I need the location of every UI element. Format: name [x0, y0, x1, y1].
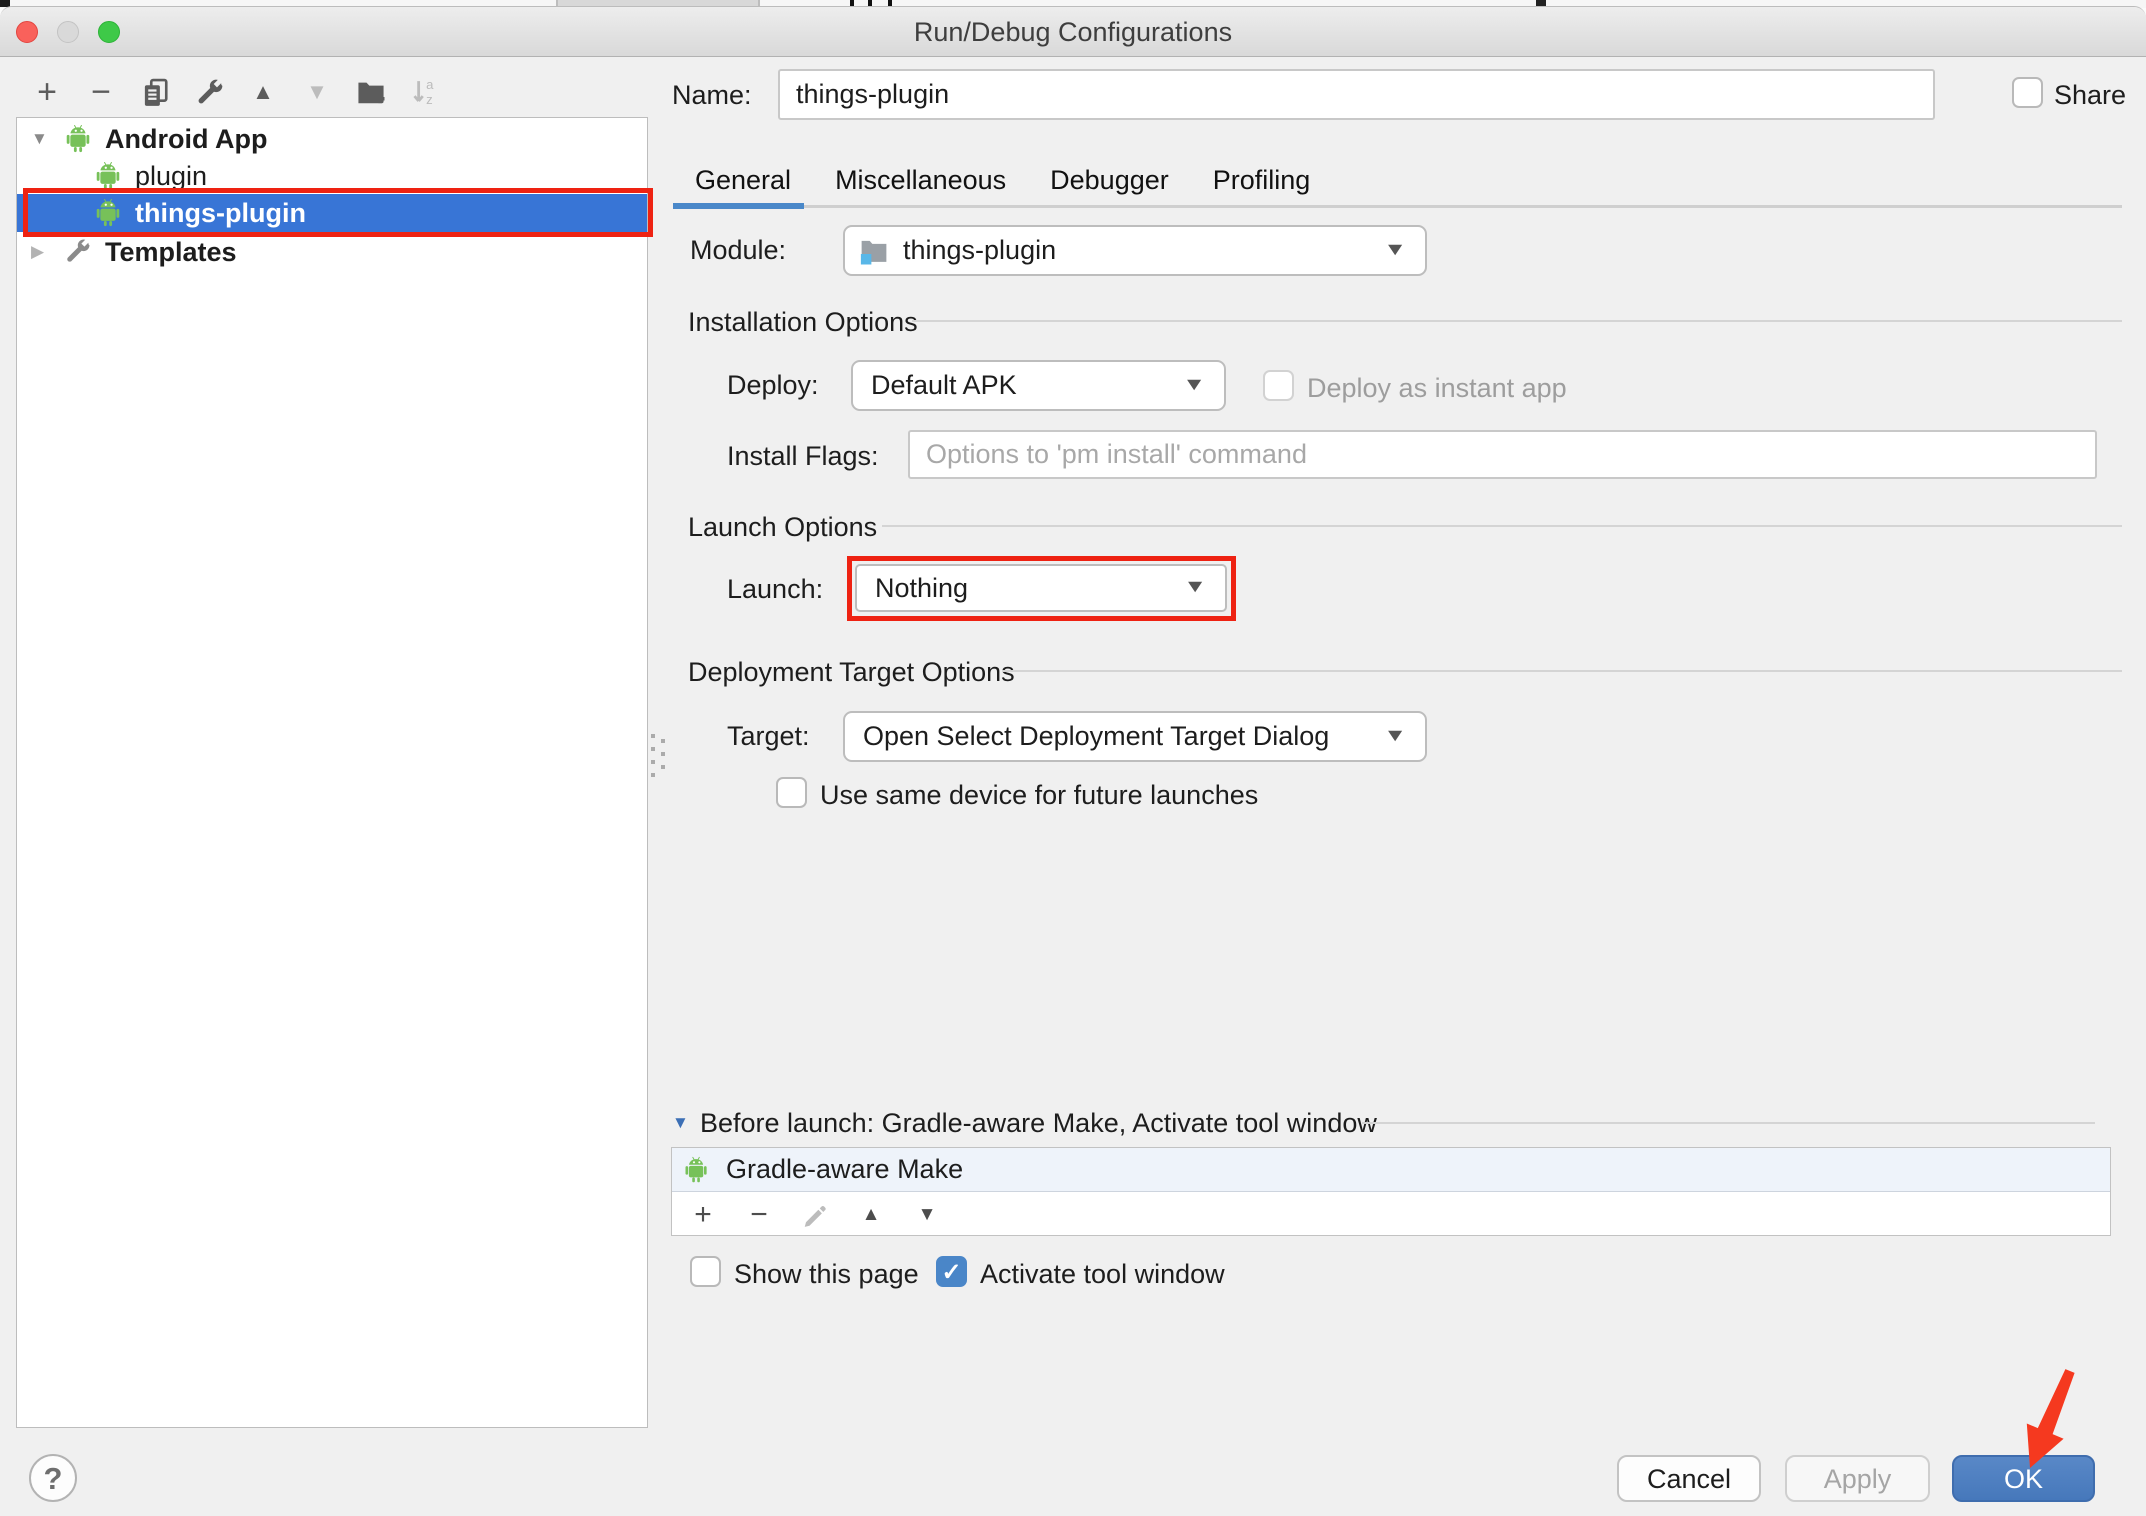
tree-item-label: plugin: [135, 161, 207, 192]
titlebar: Run/Debug Configurations: [0, 7, 2146, 57]
use-same-device-label: Use same device for future launches: [820, 780, 1258, 811]
deploy-label: Deploy:: [727, 370, 819, 401]
section-divider: [1002, 670, 2122, 672]
add-task-icon[interactable]: +: [688, 1198, 718, 1232]
tab-general[interactable]: General: [673, 157, 813, 203]
name-label: Name:: [672, 80, 752, 111]
deploy-value: Default APK: [871, 370, 1017, 401]
android-icon: [682, 1155, 712, 1185]
tab-debugger[interactable]: Debugger: [1028, 157, 1191, 203]
tab-miscellaneous[interactable]: Miscellaneous: [813, 157, 1028, 203]
android-icon: [93, 197, 125, 229]
section-divider: [912, 320, 2122, 322]
activate-tool-window-label: Activate tool window: [980, 1259, 1225, 1290]
chevron-down-icon: ▼: [1182, 374, 1206, 395]
tree-item-label: things-plugin: [135, 198, 306, 229]
tab-underline: [673, 205, 2122, 208]
target-dropdown[interactable]: Open Select Deployment Target Dialog ▼: [843, 711, 1427, 762]
chevron-down-icon: ▼: [1383, 239, 1407, 260]
remove-configuration-icon[interactable]: −: [84, 75, 118, 109]
help-icon: ?: [44, 1461, 63, 1496]
sort-alphabetically-icon: [408, 75, 442, 109]
target-label: Target:: [727, 721, 810, 752]
ok-button[interactable]: OK: [1952, 1455, 2095, 1502]
share-label: Share: [2054, 80, 2126, 111]
before-launch-toolbar: + − ▲ ▼: [688, 1196, 942, 1234]
module-dropdown[interactable]: things-plugin ▼: [843, 225, 1427, 276]
screen: Run/Debug Configurations + − ▲ ▼ ▼ Andro…: [0, 0, 2146, 1516]
install-flags-label: Install Flags:: [727, 441, 879, 472]
move-task-up-icon: ▲: [856, 1198, 886, 1232]
help-button[interactable]: ?: [29, 1454, 77, 1502]
show-this-page-label: Show this page: [734, 1259, 919, 1290]
deploy-dropdown[interactable]: Default APK ▼: [851, 360, 1226, 411]
edit-task-icon: [800, 1198, 830, 1232]
activate-tool-window-checkbox[interactable]: ✓: [936, 1256, 967, 1287]
edit-defaults-wrench-icon[interactable]: [192, 75, 226, 109]
section-divider: [882, 525, 2122, 527]
move-task-down-icon: ▼: [912, 1198, 942, 1232]
splitter-handle[interactable]: [651, 734, 669, 780]
name-input[interactable]: [778, 69, 1935, 120]
run-debug-configurations-dialog: Run/Debug Configurations + − ▲ ▼ ▼ Andro…: [0, 6, 2146, 1516]
android-icon: [93, 160, 125, 192]
launch-value: Nothing: [875, 573, 968, 604]
deploy-instant-app-label: Deploy as instant app: [1307, 373, 1567, 404]
tree-item-things-plugin-selected[interactable]: things-plugin: [17, 194, 647, 232]
tab-profiling[interactable]: Profiling: [1191, 157, 1333, 203]
cancel-button[interactable]: Cancel: [1617, 1455, 1761, 1502]
move-down-icon: ▼: [300, 75, 334, 109]
remove-task-icon: −: [744, 1198, 774, 1232]
tree-item-plugin[interactable]: plugin: [17, 157, 647, 195]
tree-item-android-app[interactable]: ▼ Android App: [17, 120, 647, 158]
share-checkbox[interactable]: [2012, 77, 2043, 108]
new-folder-icon[interactable]: [354, 75, 388, 109]
section-divider: [1362, 1122, 2095, 1124]
check-icon: ✓: [941, 1259, 961, 1286]
tree-expanded-icon[interactable]: ▼: [31, 129, 48, 149]
copy-configuration-icon[interactable]: [138, 75, 172, 109]
tab-bar: General Miscellaneous Debugger Profiling: [673, 157, 1332, 203]
active-tab-indicator: [673, 203, 804, 209]
install-flags-input[interactable]: [908, 430, 2097, 479]
launch-label: Launch:: [727, 574, 823, 605]
before-launch-task-label: Gradle-aware Make: [726, 1154, 963, 1185]
module-value: things-plugin: [903, 235, 1056, 266]
before-launch-task-row[interactable]: Gradle-aware Make: [672, 1148, 2110, 1192]
tree-collapsed-icon[interactable]: ▶: [31, 242, 44, 262]
move-up-icon[interactable]: ▲: [246, 75, 280, 109]
tree-item-label: Android App: [105, 124, 267, 155]
tree-item-templates[interactable]: ▶ Templates: [17, 233, 647, 271]
before-launch-task-list: Gradle-aware Make + − ▲ ▼: [671, 1147, 2111, 1236]
configurations-toolbar: + − ▲ ▼: [30, 75, 442, 109]
templates-wrench-icon: [63, 237, 91, 265]
apply-button: Apply: [1785, 1455, 1930, 1502]
chevron-down-icon: ▼: [1383, 725, 1407, 746]
before-launch-expander-icon[interactable]: ▼: [672, 1113, 689, 1133]
installation-options-title: Installation Options: [688, 307, 918, 338]
configurations-tree: ▼ Android App plugin things-plugin ▶ Tem…: [16, 117, 648, 1428]
chevron-down-icon: ▼: [1183, 576, 1207, 597]
add-configuration-icon[interactable]: +: [30, 75, 64, 109]
window-title: Run/Debug Configurations: [0, 7, 2146, 57]
module-icon: [859, 236, 889, 266]
launch-dropdown[interactable]: Nothing ▼: [855, 564, 1227, 612]
module-label: Module:: [690, 235, 786, 266]
android-icon: [63, 123, 95, 155]
launch-options-title: Launch Options: [688, 512, 877, 543]
target-value: Open Select Deployment Target Dialog: [863, 721, 1329, 752]
show-this-page-checkbox[interactable]: [690, 1256, 721, 1287]
tree-item-label: Templates: [105, 237, 237, 268]
before-launch-title: Before launch: Gradle-aware Make, Activa…: [700, 1108, 1377, 1139]
use-same-device-checkbox[interactable]: [776, 777, 807, 808]
deploy-instant-app-checkbox: [1263, 370, 1294, 401]
deployment-target-options-title: Deployment Target Options: [688, 657, 1015, 688]
